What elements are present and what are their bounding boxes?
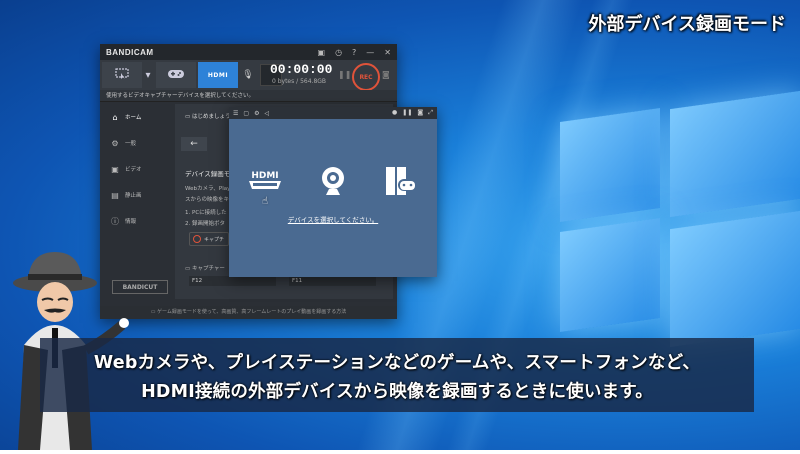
- minimize-icon[interactable]: —: [366, 48, 374, 57]
- sidebar-item-label: ビデオ: [125, 167, 142, 173]
- sidebar-item-home[interactable]: ⌂ ホーム: [106, 104, 170, 130]
- gamepad-icon: [167, 68, 185, 82]
- hdmi-mode-button[interactable]: HDMI: [198, 62, 238, 88]
- hotkey-label: ▭ キャプチャー: [185, 266, 225, 272]
- speaker-icon[interactable]: ◁: [264, 110, 269, 117]
- sidebar-item-video[interactable]: ▣ ビデオ: [106, 156, 170, 182]
- home-tab-icon: ▭: [185, 114, 191, 120]
- sidebar-item-image[interactable]: ▤ 静止画: [106, 182, 170, 208]
- device-select-prompt: デバイスを選択してください。: [287, 216, 379, 224]
- app-logo: BANDICAM: [106, 47, 154, 57]
- clock-icon[interactable]: ◷: [335, 48, 342, 57]
- sidebar-item-label: 情報: [125, 219, 137, 225]
- subtitle-line-2: HDMI接続の外部デバイスから映像を録画するときに使います。: [141, 382, 653, 402]
- hotkey-field[interactable]: F12: [189, 276, 276, 286]
- status-text: 使用するビデオキャプチャーデバイスを選択してください。: [106, 93, 254, 99]
- list-icon[interactable]: ☰: [233, 110, 238, 117]
- device-select-popup: ☰ ▢ ⚙ ◁ ● ❚❚ ◙ ⤢ HDMI デバイスを選択してください。: [229, 107, 437, 277]
- step-line: 1. PCに接続した: [185, 210, 227, 216]
- tip-icon: ▭: [150, 309, 156, 315]
- home-icon: ⌂: [112, 112, 118, 122]
- image-icon: ▤: [111, 190, 119, 200]
- mode-title-overlay: 外部デバイス録画モード: [588, 14, 786, 35]
- subtitle-line-1: Webカメラや、プレイステーションなどのゲームや、スマートフォンなど、: [93, 353, 701, 373]
- chevron-down-icon[interactable]: ▾: [142, 62, 154, 88]
- close-icon[interactable]: ✕: [384, 48, 391, 57]
- pause-icon[interactable]: ❚❚: [338, 70, 351, 79]
- sidebar-item-label: ホーム: [125, 115, 142, 121]
- window-icon[interactable]: ▢: [243, 110, 249, 117]
- keyboard-icon: ▭: [185, 266, 191, 272]
- gear-icon[interactable]: ⚙: [254, 110, 259, 117]
- description-line: スからの映像をキ: [185, 197, 230, 203]
- rec-button[interactable]: REC: [352, 63, 380, 91]
- main-header: ▭ はじめましょう: [185, 114, 231, 120]
- camera-icon[interactable]: ◙: [417, 109, 423, 117]
- hand-cursor-icon: ☝: [262, 196, 269, 207]
- microphone-icon[interactable]: 🎙: [242, 70, 254, 80]
- camera-icon[interactable]: ◙: [382, 70, 390, 79]
- help-icon[interactable]: ?: [352, 48, 356, 57]
- record-timer: 00:00:00: [270, 62, 333, 77]
- menu-icon[interactable]: ▣: [318, 48, 326, 57]
- step-line: 2. 録画開始ボタ: [185, 221, 225, 227]
- sidebar-item-label: 一般: [125, 141, 137, 147]
- console-device-icon[interactable]: [381, 163, 421, 199]
- windows-logo: [560, 90, 800, 355]
- sidebar-item-info[interactable]: ⓘ 情報: [106, 208, 170, 234]
- subtitle-bar: Webカメラや、プレイステーションなどのゲームや、スマートフォンなど、 HDMI…: [40, 338, 754, 412]
- info-icon: ⓘ: [111, 216, 119, 226]
- webcam-device-icon[interactable]: [313, 163, 353, 199]
- game-mode-button[interactable]: [156, 62, 196, 88]
- section-title: デバイス録画モ: [185, 170, 231, 178]
- gear-icon: ⚙: [111, 138, 119, 148]
- back-button[interactable]: ←: [181, 137, 207, 151]
- expand-icon[interactable]: ⤢: [428, 109, 433, 117]
- device-list: HDMI: [229, 163, 437, 199]
- sidebar-item-general[interactable]: ⚙ 一般: [106, 130, 170, 156]
- capture-button[interactable]: キャプチ: [189, 232, 229, 246]
- hotkey-field[interactable]: F11: [289, 276, 376, 286]
- file-size: 0 bytes / 564.8GB: [272, 78, 327, 85]
- status-bar: 使用するビデオキャプチャーデバイスを選択してください。: [100, 90, 397, 102]
- sidebar-item-label: 静止画: [125, 193, 142, 199]
- screen-icon: [115, 67, 129, 83]
- screen-mode-button[interactable]: [102, 62, 142, 88]
- pause-icon[interactable]: ❚❚: [402, 109, 412, 117]
- record-dot-icon: [193, 235, 201, 243]
- hdmi-mode-label: HDMI: [207, 71, 229, 79]
- video-icon: ▣: [111, 164, 119, 174]
- record-icon[interactable]: ●: [392, 109, 397, 117]
- description-line: Webカメラ、Play: [185, 186, 231, 192]
- popup-toolbar: ☰ ▢ ⚙ ◁ ● ❚❚ ◙ ⤢: [229, 107, 437, 119]
- hdmi-device-icon[interactable]: HDMI: [245, 163, 285, 199]
- title-bar: BANDICAM ▣ ◷ ? — ✕: [100, 44, 397, 60]
- svg-text:HDMI: HDMI: [251, 171, 278, 181]
